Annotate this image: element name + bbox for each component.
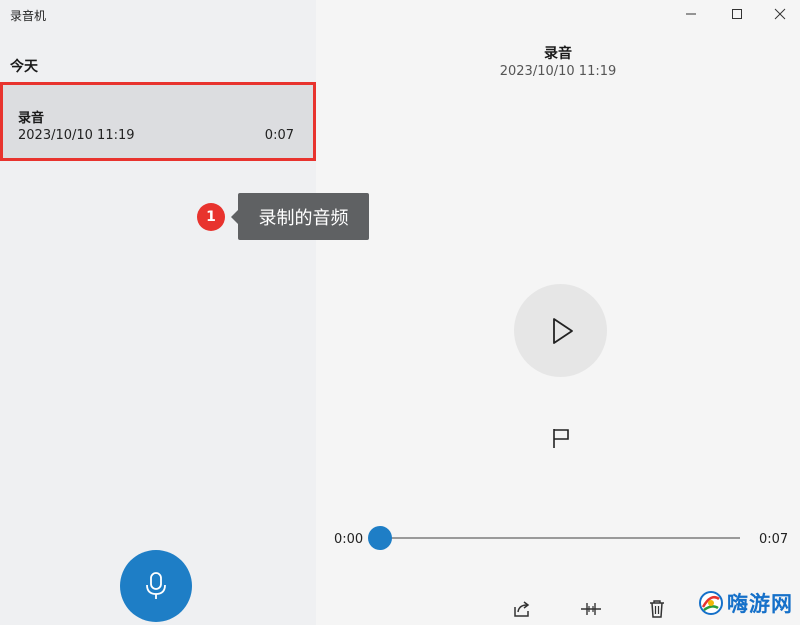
annotation-badge: 1	[197, 203, 225, 231]
maximize-icon	[732, 9, 742, 19]
flag-icon	[553, 429, 569, 448]
minimize-icon	[686, 13, 696, 15]
annotation-tooltip-text: 录制的音频	[258, 207, 349, 229]
close-button[interactable]	[760, 0, 800, 28]
add-marker-button[interactable]	[550, 426, 572, 450]
annotation-tooltip: 录制的音频	[231, 193, 369, 240]
close-icon	[774, 8, 786, 20]
recording-date: 2023/10/10 11:19	[18, 128, 135, 143]
seek-thumb[interactable]	[368, 526, 392, 550]
player-title: 录音	[544, 46, 572, 62]
section-header-today: 今天	[10, 59, 38, 75]
current-time: 0:00	[334, 532, 364, 547]
trim-icon	[581, 603, 601, 615]
watermark-logo-icon	[699, 591, 723, 615]
delete-icon	[650, 600, 664, 618]
maximize-button[interactable]	[717, 0, 757, 28]
total-time: 0:07	[759, 532, 789, 547]
recording-list-item[interactable]: 录音 2023/10/10 11:19 0:07	[0, 82, 316, 161]
minimize-button[interactable]	[671, 0, 711, 28]
app-title: 录音机	[10, 9, 47, 23]
microphone-icon	[146, 572, 166, 599]
seek-bar[interactable]	[380, 537, 740, 539]
watermark: 嗨游网	[698, 587, 798, 619]
share-icon	[514, 601, 530, 617]
play-button[interactable]	[514, 284, 607, 377]
trim-button[interactable]	[579, 597, 603, 621]
recording-duration: 0:07	[264, 128, 294, 143]
share-button[interactable]	[510, 597, 534, 621]
play-icon	[552, 317, 573, 344]
delete-button[interactable]	[645, 597, 669, 621]
recording-name: 录音	[18, 111, 45, 126]
watermark-text: 嗨游网	[727, 592, 793, 616]
player-date: 2023/10/10 11:19	[499, 64, 617, 79]
record-button[interactable]	[120, 550, 192, 622]
